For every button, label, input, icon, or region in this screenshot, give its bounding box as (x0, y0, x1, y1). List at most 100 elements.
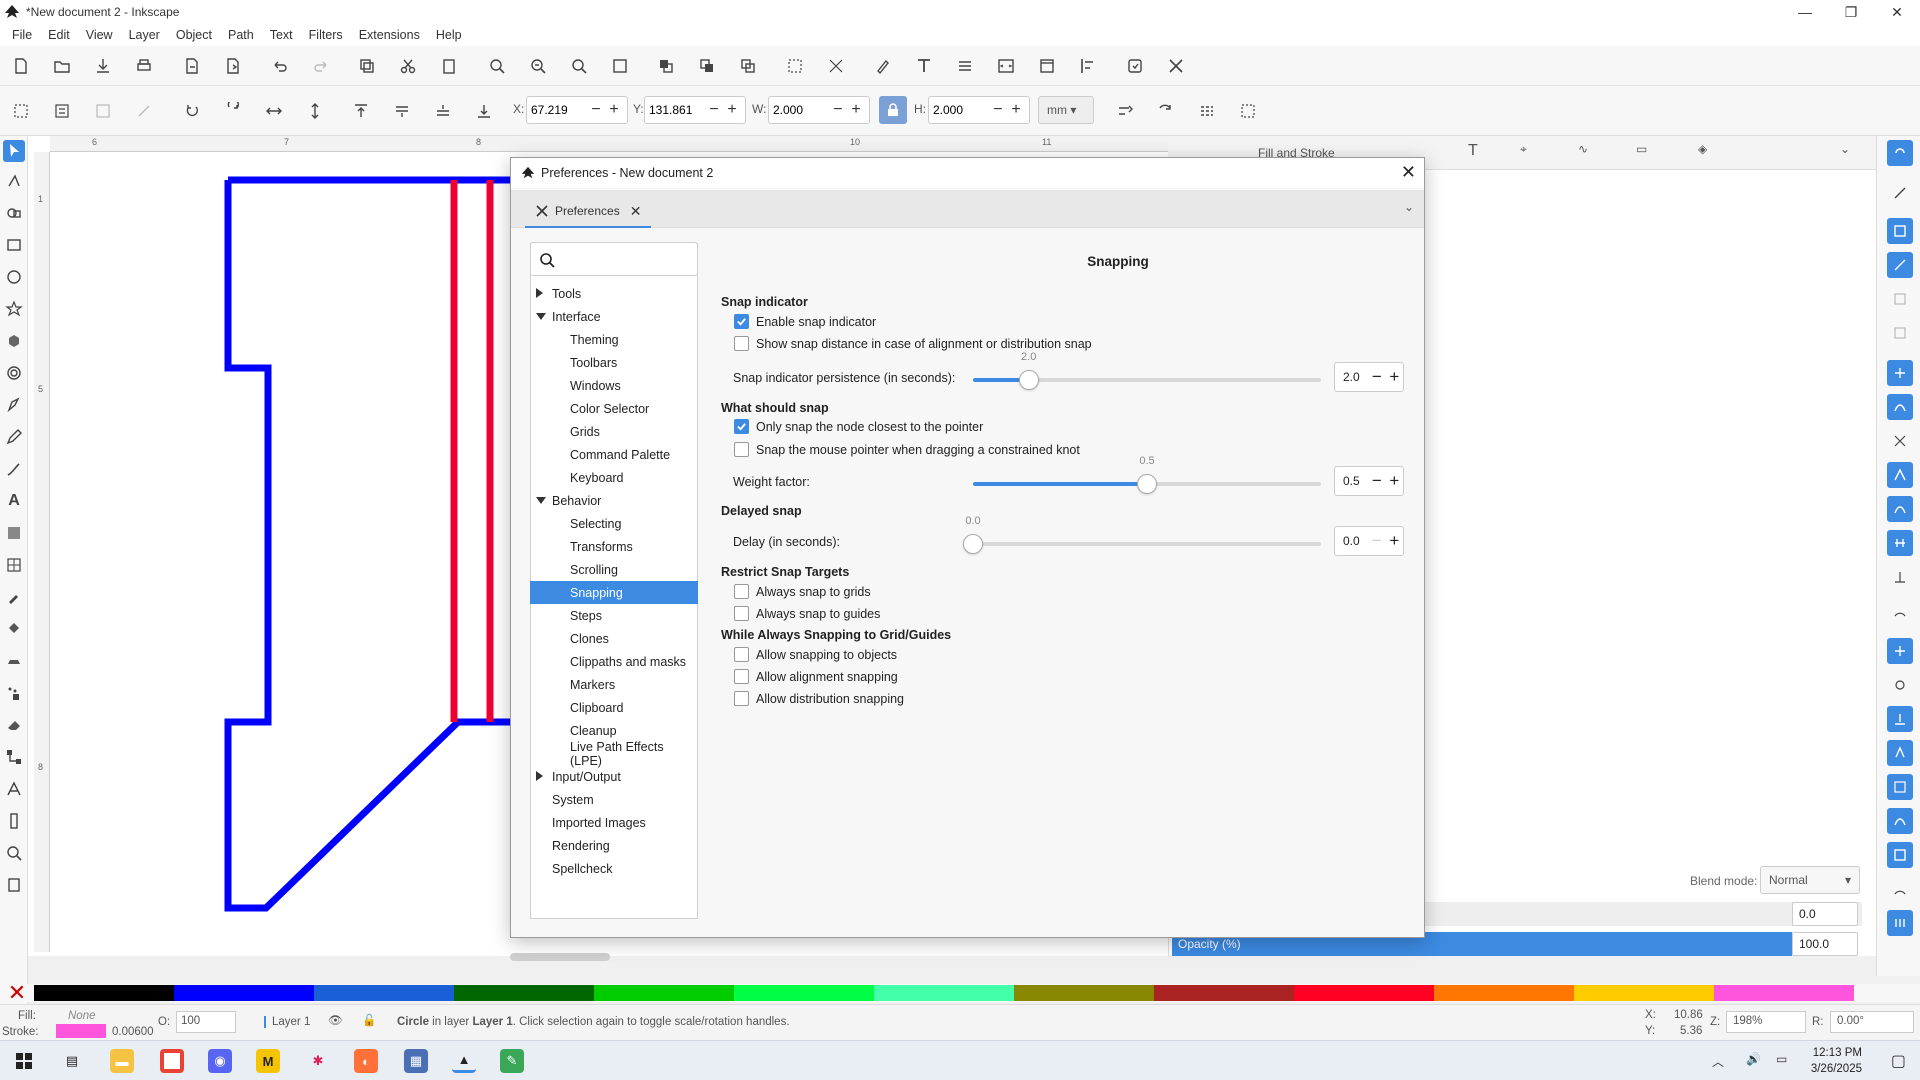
minimize-button[interactable]: — (1782, 0, 1828, 24)
expander-expanded-icon[interactable] (536, 497, 546, 504)
snap-bbox-midpoints-icon[interactable] (1887, 320, 1913, 346)
menu-help[interactable]: Help (428, 28, 470, 42)
paste-icon[interactable] (438, 55, 460, 77)
menu-object[interactable]: Object (168, 28, 220, 42)
task-view-icon[interactable]: ▤ (60, 1049, 84, 1073)
opacity-o-input[interactable]: 100 (176, 1011, 236, 1033)
start-icon[interactable] (12, 1049, 36, 1073)
touch-select-icon[interactable] (133, 100, 155, 122)
zoom-selection-icon[interactable] (486, 55, 508, 77)
gradient-tool-icon[interactable] (3, 522, 25, 544)
slider-knob[interactable] (963, 534, 983, 554)
paint-bucket-icon[interactable] (3, 618, 25, 640)
nav-item[interactable]: Input/Output (530, 765, 698, 788)
blend-mode-dropdown[interactable]: Normal ▾ (1760, 866, 1860, 894)
lpe-tool-icon[interactable] (3, 778, 25, 800)
snap-midpoint-icon[interactable] (1887, 530, 1913, 556)
decrement-button[interactable]: − (1368, 531, 1385, 551)
nav-item[interactable]: Steps (530, 604, 698, 627)
w-decrement[interactable]: − (829, 101, 847, 119)
nav-item[interactable]: Clipboard (530, 696, 698, 719)
color-swatch[interactable] (1154, 985, 1294, 1001)
pencil-tool-icon[interactable] (3, 426, 25, 448)
increment-button[interactable]: + (1386, 531, 1403, 551)
spiral-tool-icon[interactable] (3, 362, 25, 384)
menu-filters[interactable]: Filters (301, 28, 351, 42)
ungroup-icon[interactable] (825, 55, 847, 77)
snap-perpendicular-icon[interactable] (1887, 564, 1913, 590)
lower-to-bottom-icon[interactable] (473, 100, 495, 122)
slider-knob[interactable] (1137, 474, 1157, 494)
undo-icon[interactable] (269, 55, 291, 77)
stroke-swatch[interactable] (56, 1024, 106, 1038)
snap-text-anchor-icon[interactable] (1887, 740, 1913, 766)
snap-text-baseline-icon[interactable] (1887, 706, 1913, 732)
preferences-search[interactable] (530, 242, 698, 276)
delay-value[interactable]: 0.0 (1335, 534, 1368, 548)
always-snap-guides-checkbox[interactable]: Always snap to guides (734, 606, 880, 621)
text-font-icon[interactable] (913, 55, 935, 77)
snap-bbox-icon[interactable] (1887, 218, 1913, 244)
color-swatch[interactable] (454, 985, 594, 1001)
expander-collapsed-icon[interactable] (536, 771, 543, 781)
weight-factor-spinbox[interactable]: 0.5 − + (1334, 466, 1404, 496)
snap-intersections-icon[interactable] (1887, 428, 1913, 454)
zoom-drawing-icon[interactable] (527, 55, 549, 77)
nav-item[interactable]: Live Path Effects (LPE) (530, 740, 698, 768)
checkbox-box[interactable] (734, 669, 749, 684)
color-swatch[interactable] (1294, 985, 1434, 1001)
symbols-icon[interactable]: ◈ (1698, 142, 1707, 156)
nav-item[interactable]: Theming (530, 328, 698, 351)
w-input[interactable] (769, 103, 829, 117)
scale-pattern-icon[interactable] (1237, 100, 1259, 122)
menu-file[interactable]: File (4, 28, 40, 42)
nav-item[interactable]: Command Palette (530, 443, 698, 466)
miro-icon[interactable]: M (256, 1049, 280, 1073)
snap-bbox-corners-icon[interactable] (1887, 286, 1913, 312)
firefox-icon[interactable]: ◐ (354, 1049, 378, 1073)
dock-chevron-icon[interactable]: ⌄ (1840, 142, 1850, 156)
zoom-page-icon[interactable] (568, 55, 590, 77)
tab-preferences[interactable]: Preferences ✕ (525, 196, 652, 228)
nav-item[interactable]: Grids (530, 420, 698, 443)
menu-text[interactable]: Text (262, 28, 301, 42)
menu-path[interactable]: Path (220, 28, 262, 42)
persistence-spinbox[interactable]: 2.0 − + (1334, 362, 1404, 392)
star-tool-icon[interactable] (3, 298, 25, 320)
snap-page-icon[interactable] (1887, 842, 1913, 868)
system-tray-chevron-icon[interactable]: ︿ (1712, 1053, 1724, 1070)
x-input[interactable] (527, 103, 587, 117)
raise-to-top-icon[interactable] (350, 100, 372, 122)
ellipse-tool-icon[interactable] (3, 266, 25, 288)
color-swatch[interactable] (594, 985, 734, 1001)
preferences-icon[interactable] (1124, 55, 1146, 77)
spray-tool-icon[interactable] (3, 682, 25, 704)
weight-factor-slider[interactable]: 0.5 (973, 455, 1321, 494)
allow-distribution-snap-checkbox[interactable]: Allow distribution snapping (734, 691, 904, 706)
menu-extensions[interactable]: Extensions (351, 28, 428, 42)
x-spinbox[interactable]: −+ (526, 96, 628, 124)
text-icon[interactable]: T (1468, 142, 1478, 160)
expander-expanded-icon[interactable] (536, 313, 546, 320)
y-spinbox[interactable]: −+ (644, 96, 746, 124)
x-increment[interactable]: + (605, 101, 623, 119)
nav-item[interactable]: Spellcheck (530, 857, 698, 880)
connector-tool-icon[interactable] (3, 746, 25, 768)
color-swatch[interactable] (34, 985, 174, 1001)
snap-tangent-icon[interactable] (1887, 598, 1913, 624)
new-document-icon[interactable] (10, 55, 32, 77)
layers-objects-icon[interactable] (954, 55, 976, 77)
unlink-clone-icon[interactable] (737, 55, 759, 77)
checkbox-box[interactable] (734, 647, 749, 662)
no-paint-icon[interactable]: ✕ (0, 980, 34, 1005)
measure-tool-icon[interactable] (3, 810, 25, 832)
color-swatch[interactable] (174, 985, 314, 1001)
notifications-icon[interactable]: ▢ (1891, 1051, 1906, 1071)
inkscape-taskbar-icon[interactable]: ▲ (452, 1049, 476, 1073)
always-snap-grids-checkbox[interactable]: Always snap to grids (734, 584, 871, 599)
w-spinbox[interactable]: −+ (768, 96, 870, 124)
zoom-tool-icon[interactable] (3, 842, 25, 864)
expander-collapsed-icon[interactable] (536, 288, 543, 298)
export-icon[interactable] (222, 55, 244, 77)
document-properties-icon[interactable] (1036, 55, 1058, 77)
